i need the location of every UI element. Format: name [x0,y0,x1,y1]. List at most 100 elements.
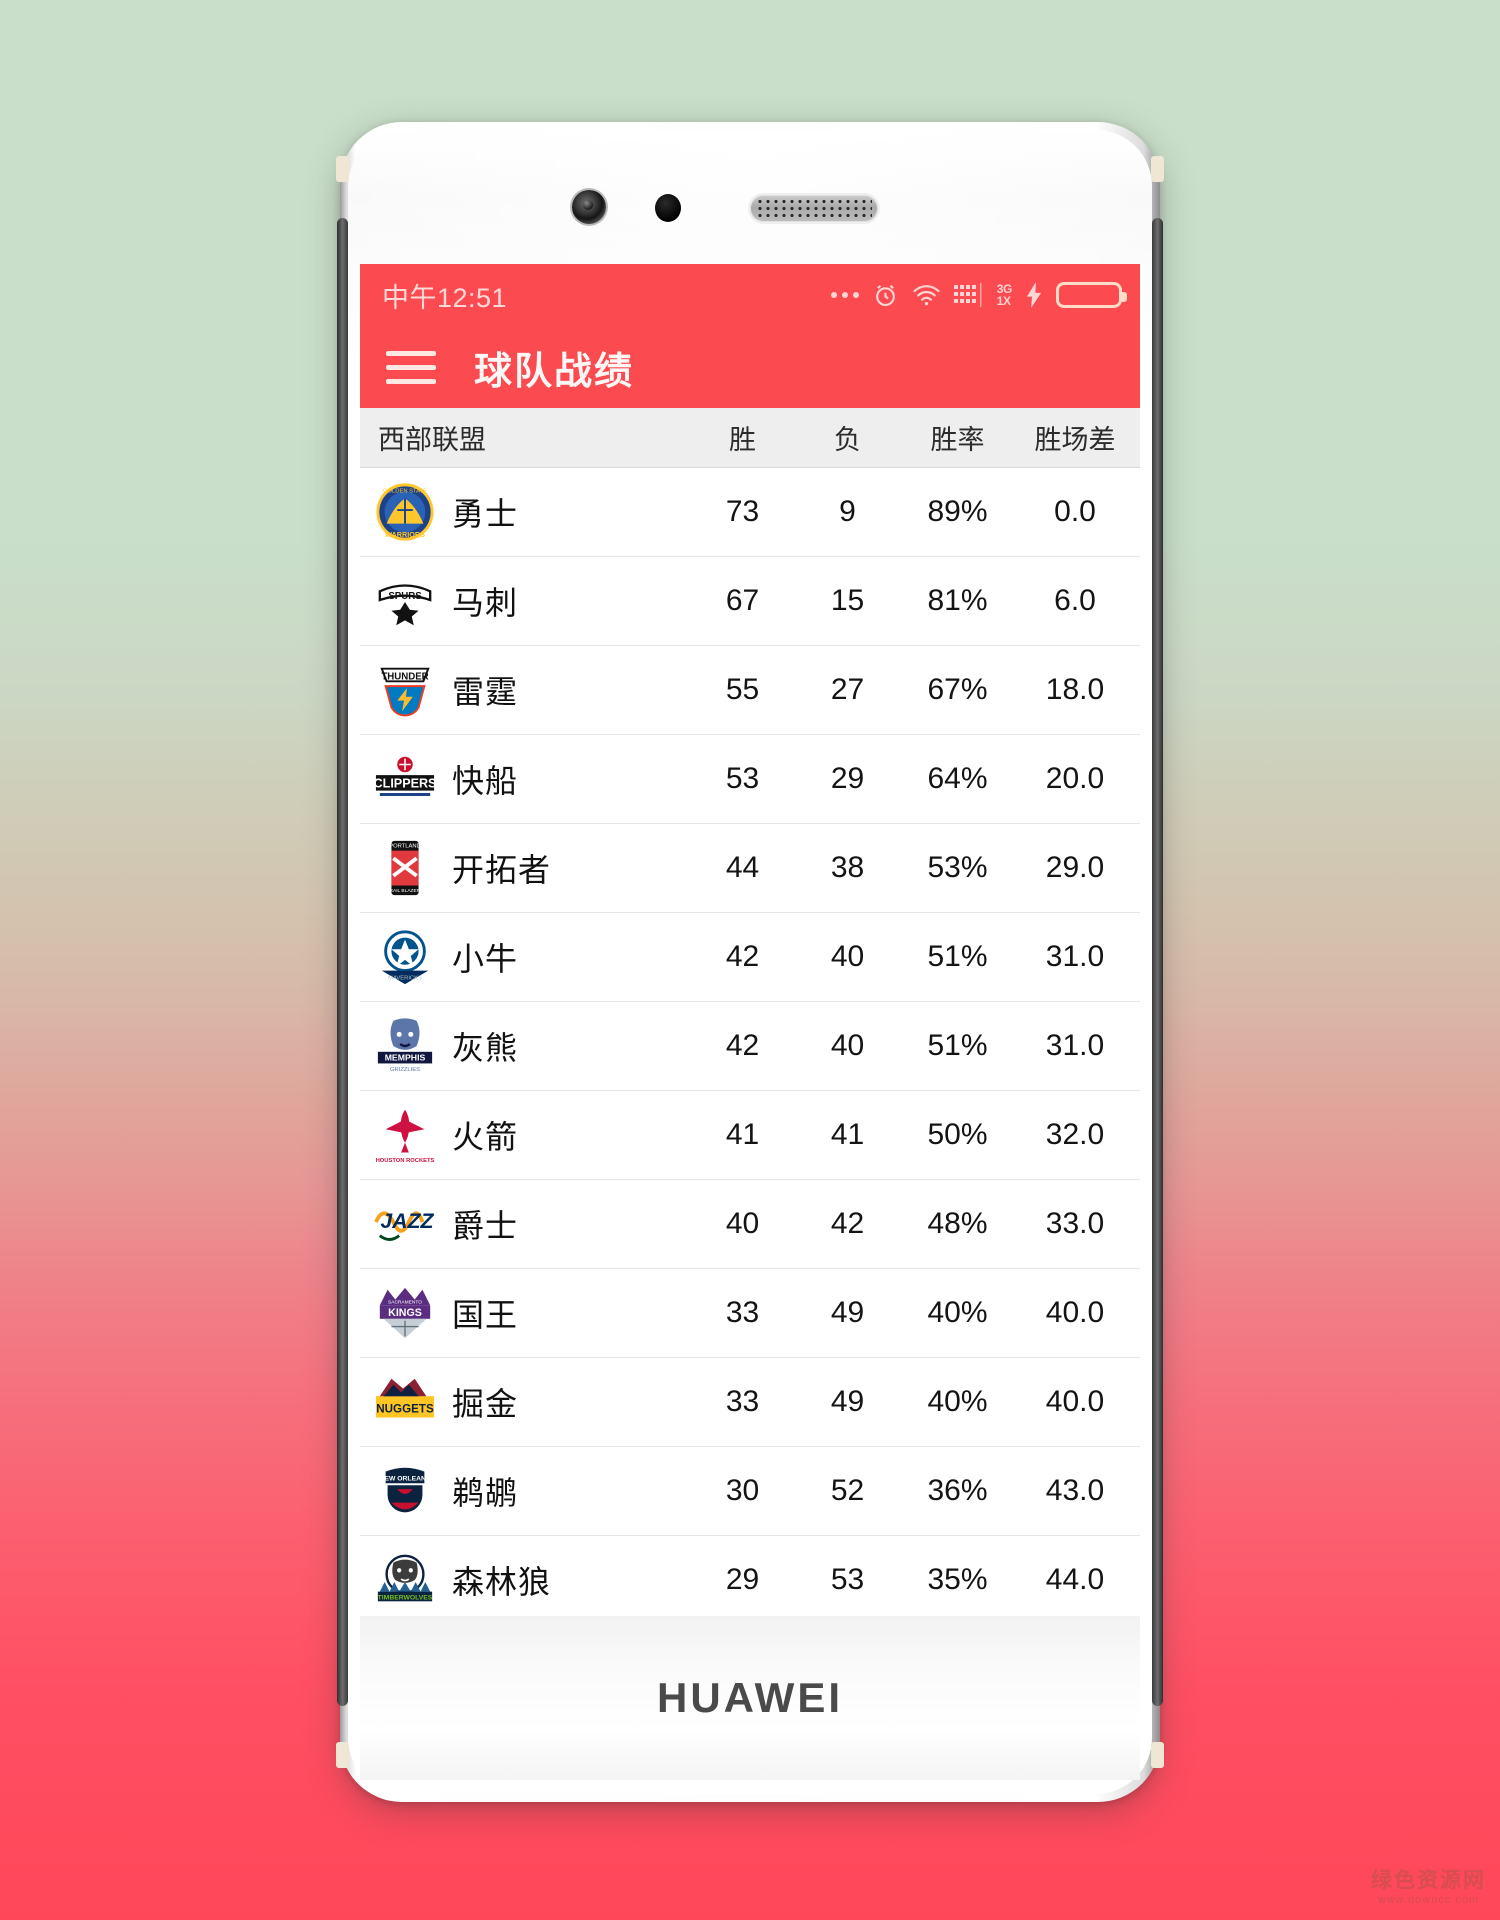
wins-cell: 42 [725,940,760,973]
losses-cell: 27 [830,673,865,706]
team-cell: CLIPPERS 快船 [360,748,690,810]
table-row[interactable]: JAZZ 爵士 40 42 48% 33.0 [360,1180,1140,1269]
gb-cell: 33.0 [1045,1207,1105,1240]
team-cell: GOLDEN STATE WARRIORS 勇士 [360,481,690,543]
phone-screen: 中午12:51 3G 1X 球队战绩 西部联盟 胜 负 胜率 胜场差 GOLDE… [360,264,1140,1616]
mavericks-logo: MAVERICKS [374,926,436,988]
more-dots-icon [830,292,859,298]
table-row[interactable]: SPURS 马刺 67 15 81% 6.0 [360,557,1140,646]
losses-cell: 52 [830,1474,865,1507]
battery-icon [1056,282,1127,308]
pct-cell: 36% [927,1474,988,1507]
gb-cell: 20.0 [1045,762,1105,795]
phone-right-rail [1151,156,1164,1768]
pct-cell: 50% [927,1118,988,1151]
table-row[interactable]: MEMPHIS GRIZZLIES 灰熊 42 40 51% 31.0 [360,1002,1140,1091]
pct-cell: 51% [927,940,988,973]
jazz-logo: JAZZ [374,1193,436,1255]
svg-text:NEW ORLEANS: NEW ORLEANS [380,1475,431,1482]
column-header-gb[interactable]: 胜场差 [1015,418,1135,457]
gb-cell: 31.0 [1045,940,1105,973]
svg-text:HOUSTON ROCKETS: HOUSTON ROCKETS [376,1158,435,1164]
network-type-label: 3G 1X [996,283,1013,308]
front-camera-icon [572,190,606,224]
pct-cell: 81% [927,584,988,617]
status-bar-icons: 3G 1X [830,282,1127,309]
proximity-sensor-icon [655,194,681,222]
alarm-clock-icon [872,282,899,309]
gb-cell: 31.0 [1045,1029,1105,1062]
wifi-icon [912,283,941,307]
gb-cell: 40.0 [1045,1296,1105,1329]
table-row[interactable]: NUGGETS 掘金 33 49 40% 40.0 [360,1358,1140,1447]
team-name: 鹈鹕 [452,1475,519,1511]
svg-text:NUGGETS: NUGGETS [376,1403,434,1416]
clippers-logo: CLIPPERS [374,748,436,810]
svg-text:JAZZ: JAZZ [380,1209,434,1233]
team-cell: KINGS SACRAMENTO 国王 [360,1282,690,1344]
gb-cell: 6.0 [1054,584,1096,617]
svg-text:PORTLAND: PORTLAND [389,844,420,850]
team-cell: MEMPHIS GRIZZLIES 灰熊 [360,1015,690,1077]
svg-text:CLIPPERS: CLIPPERS [374,777,436,791]
column-header-team[interactable]: 西部联盟 [360,418,690,457]
pct-cell: 53% [927,851,988,884]
table-row[interactable]: CLIPPERS 快船 53 29 64% 20.0 [360,735,1140,824]
svg-text:GOLDEN STATE: GOLDEN STATE [383,489,427,495]
table-row[interactable]: PORTLAND TRAIL BLAZERS 开拓者 44 38 53% 29.0 [360,824,1140,913]
gb-cell: 40.0 [1045,1385,1105,1418]
svg-text:KINGS: KINGS [388,1307,422,1319]
team-cell: NUGGETS 掘金 [360,1371,690,1433]
page-title: 球队战绩 [474,350,635,393]
grizzlies-logo: MEMPHIS GRIZZLIES [374,1015,436,1077]
column-header-wins[interactable]: 胜 [690,418,795,457]
wins-cell: 55 [725,673,760,706]
team-name: 小牛 [452,941,519,977]
pct-cell: 64% [927,762,988,795]
gb-cell: 44.0 [1045,1563,1105,1596]
network-type-bottom: 1X [996,294,1011,308]
table-row[interactable]: THUNDER 雷霆 55 27 67% 18.0 [360,646,1140,735]
watermark-url: www.downcc.com [1377,1894,1480,1906]
watermark: 绿色资源网 www.downcc.com [1371,1864,1486,1906]
pct-cell: 89% [927,495,988,528]
svg-text:GRIZZLIES: GRIZZLIES [390,1067,420,1073]
table-row[interactable]: TIMBERWOLVES 森林狼 29 53 35% 44.0 [360,1536,1140,1616]
team-cell: TIMBERWOLVES 森林狼 [360,1549,690,1611]
wins-cell: 33 [725,1385,760,1418]
losses-cell: 38 [830,851,865,884]
table-row[interactable]: HOUSTON ROCKETS 火箭 41 41 50% 32.0 [360,1091,1140,1180]
wins-cell: 30 [725,1474,760,1507]
pct-cell: 35% [927,1563,988,1596]
table-row[interactable]: NEW ORLEANS 鹈鹕 30 52 36% 43.0 [360,1447,1140,1536]
column-header-pct[interactable]: 胜率 [900,418,1015,457]
charging-bolt-icon [1025,282,1043,308]
svg-text:WARRIORS: WARRIORS [385,530,425,539]
wins-cell: 42 [725,1029,760,1062]
team-name: 开拓者 [452,852,552,888]
table-row[interactable]: KINGS SACRAMENTO 国王 33 49 40% 40.0 [360,1269,1140,1358]
team-name: 森林狼 [452,1564,552,1600]
losses-cell: 40 [830,1029,865,1062]
losses-cell: 29 [830,762,865,795]
table-row[interactable]: GOLDEN STATE WARRIORS 勇士 73 9 89% 0.0 [360,468,1140,557]
earpiece-speaker-icon [750,195,878,222]
team-name: 勇士 [452,496,519,532]
svg-text:THUNDER: THUNDER [381,671,428,682]
team-name: 雷霆 [452,674,519,710]
table-row[interactable]: MAVERICKS 小牛 42 40 51% 31.0 [360,913,1140,1002]
table-header-row: 西部联盟 胜 负 胜率 胜场差 [360,408,1140,468]
pelicans-logo: NEW ORLEANS [374,1460,436,1522]
blazers-logo: PORTLAND TRAIL BLAZERS [374,837,436,899]
wins-cell: 67 [725,584,760,617]
losses-cell: 9 [839,495,856,528]
hamburger-menu-icon[interactable] [386,345,436,390]
team-name: 国王 [452,1297,519,1333]
column-header-losses[interactable]: 负 [795,418,900,457]
gb-cell: 18.0 [1045,673,1105,706]
team-name: 马刺 [452,585,519,621]
timberwolves-logo: TIMBERWOLVES [374,1549,436,1611]
team-name: 快船 [452,763,519,799]
gb-cell: 0.0 [1054,495,1096,528]
team-cell: SPURS 马刺 [360,570,690,632]
